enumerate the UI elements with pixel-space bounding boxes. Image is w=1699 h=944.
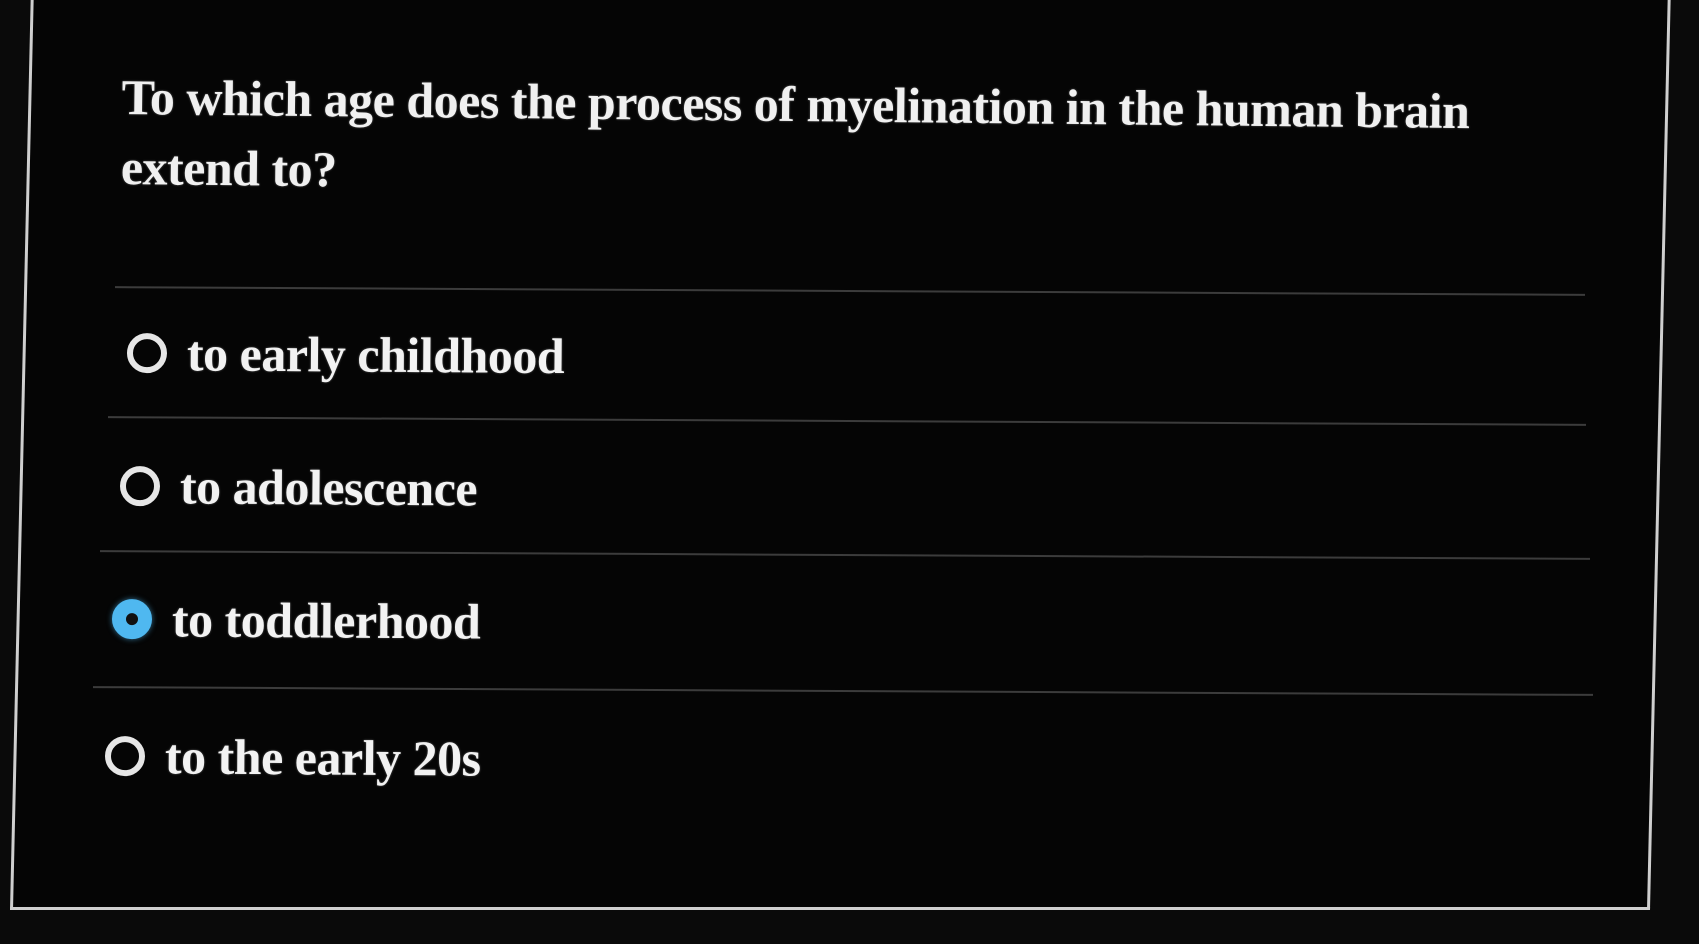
option-early-20s[interactable]: to the early 20s xyxy=(104,721,481,794)
question-text: To which age does the process of myelina… xyxy=(120,68,1470,198)
option-adolescence[interactable]: to adolescence xyxy=(119,451,478,523)
radio-button[interactable] xyxy=(119,466,161,507)
option-label: to adolescence xyxy=(179,458,478,517)
option-label: to toddlerhood xyxy=(171,591,481,650)
option-toddlerhood[interactable]: to toddlerhood xyxy=(111,584,481,657)
option-early-childhood[interactable]: to early childhood xyxy=(126,318,565,391)
radio-button[interactable] xyxy=(126,333,168,374)
radio-button-selected[interactable] xyxy=(111,599,153,640)
option-label: to the early 20s xyxy=(164,728,481,787)
option-label: to early childhood xyxy=(186,325,565,385)
radio-button[interactable] xyxy=(104,736,146,777)
